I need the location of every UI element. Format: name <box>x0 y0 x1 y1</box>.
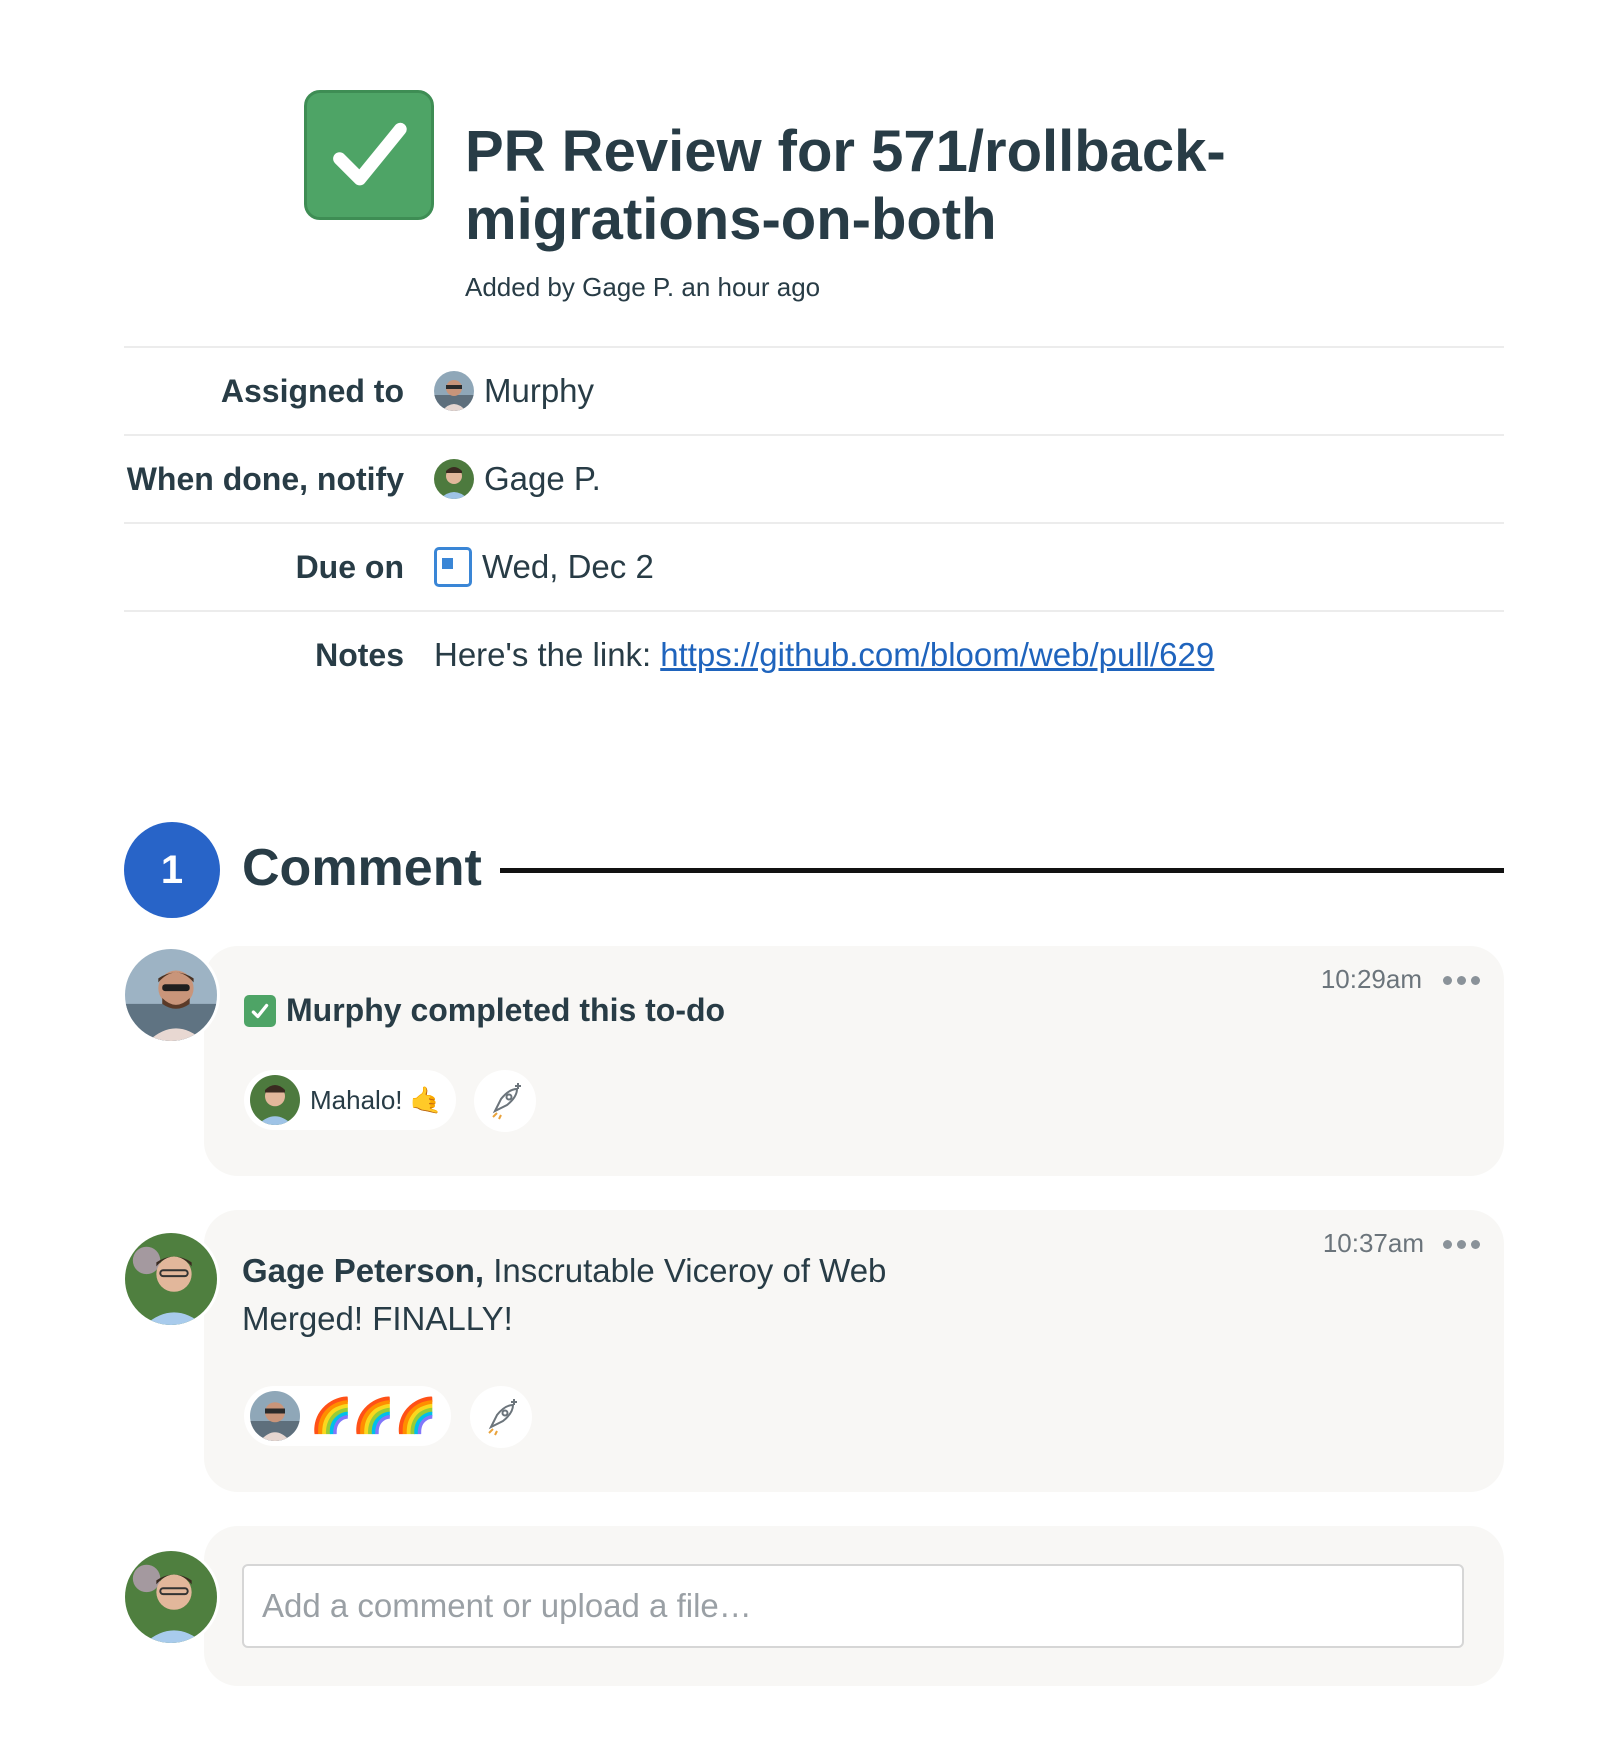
due-row: Due on Wed, Dec 2 <box>124 522 1504 610</box>
heading-divider <box>500 868 1504 873</box>
boost-chip[interactable]: Mahalo! 🤙 <box>244 1070 457 1130</box>
assignee-name: Murphy <box>484 372 595 409</box>
todo-title[interactable]: PR Review for 571/rollback-migrations-on… <box>465 118 1285 254</box>
notes-value: Here's the link: https://github.com/bloo… <box>434 636 1214 674</box>
notify-row: When done, notify Gage P. <box>124 434 1504 522</box>
due-label: Due on <box>295 548 404 585</box>
avatar <box>434 459 474 499</box>
event-description: Murphy completed this to-do <box>286 992 726 1028</box>
boost-text: Mahalo! 🤙 <box>310 1084 443 1115</box>
assigned-value[interactable]: Murphy <box>434 371 594 411</box>
boost-text: 🌈🌈🌈 <box>310 1397 438 1435</box>
avatar <box>250 1391 300 1441</box>
add-boost-button[interactable] <box>474 1070 536 1132</box>
notify-value[interactable]: Gage P. <box>434 459 601 499</box>
notify-name: Gage P. <box>484 460 601 497</box>
todo-details: Assigned to Murphy When done, notify Gag… <box>124 346 1504 698</box>
add-boost-button[interactable] <box>470 1386 532 1448</box>
assigned-row: Assigned to Murphy <box>124 346 1504 434</box>
author-title: Inscrutable Viceroy of Web <box>493 1252 887 1289</box>
due-value[interactable]: Wed, Dec 2 <box>434 547 654 587</box>
todo-checkbox[interactable] <box>304 90 434 220</box>
comment-timestamp[interactable]: 10:37am <box>1323 1228 1424 1259</box>
ellipsis-icon[interactable] <box>1443 976 1480 985</box>
notes-link[interactable]: https://github.com/bloom/web/pull/629 <box>660 636 1214 674</box>
avatar[interactable] <box>122 1230 220 1328</box>
event-timestamp[interactable]: 10:29am <box>1321 964 1422 995</box>
comment-body: Merged! FINALLY! <box>242 1300 513 1337</box>
avatar[interactable] <box>122 946 220 1044</box>
ellipsis-icon[interactable] <box>1443 1240 1480 1249</box>
comment-author[interactable]: Gage Peterson, <box>242 1252 484 1289</box>
comment-input[interactable] <box>242 1564 1464 1648</box>
comments-heading: Comment <box>242 839 482 897</box>
notes-row: Notes Here's the link: https://github.co… <box>124 610 1504 698</box>
boost-chip[interactable]: 🌈🌈🌈 <box>244 1386 452 1446</box>
notify-label: When done, notify <box>126 460 404 497</box>
rocket-boost-icon <box>488 1399 517 1436</box>
comment-composer <box>204 1526 1504 1686</box>
notes-prefix: Here's the link: <box>434 636 652 673</box>
checkmark-icon <box>244 994 276 1027</box>
comment-count-badge: 1 <box>124 822 220 918</box>
comment-author-line: Gage Peterson, Inscrutable Viceroy of We… <box>242 1252 886 1290</box>
due-date: Wed, Dec 2 <box>482 548 654 585</box>
notes-label: Notes <box>315 636 404 673</box>
rocket-boost-icon <box>492 1083 521 1120</box>
avatar <box>122 1548 220 1646</box>
todo-page: PR Review for 571/rollback-migrations-on… <box>0 0 1618 1738</box>
comment-card: 10:37am Gage Peterson, Inscrutable Vicer… <box>204 1210 1504 1492</box>
checkmark-icon <box>333 122 407 186</box>
avatar <box>250 1075 300 1125</box>
calendar-icon <box>434 547 472 587</box>
added-by-text: Added by Gage P. an hour ago <box>465 272 821 302</box>
completion-event-card: 10:29am Murphy completed this to-do Maha… <box>204 946 1504 1176</box>
avatar <box>434 371 474 411</box>
assigned-label: Assigned to <box>220 372 404 409</box>
event-text: Murphy completed this to-do <box>244 992 725 1029</box>
